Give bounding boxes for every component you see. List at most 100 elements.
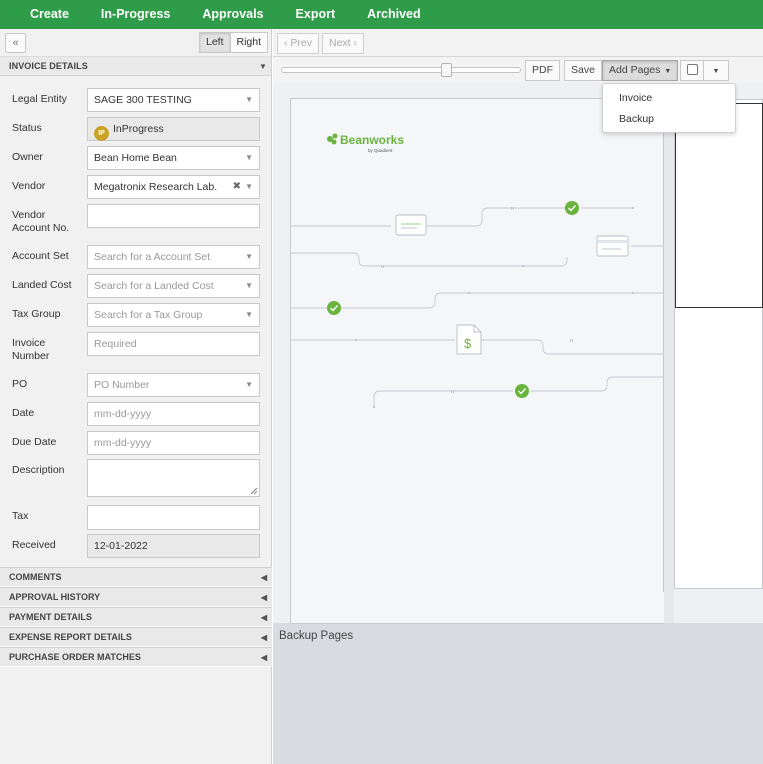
panel-toolbar: « Left Right <box>0 29 271 57</box>
chevron-right-icon: › <box>350 37 358 49</box>
prev-button[interactable]: ‹ Prev <box>277 33 320 54</box>
caret-down-icon: ▼ <box>258 62 267 71</box>
account-set-select[interactable]: Search for a Account Set ▼ <box>87 245 260 269</box>
vendor-select[interactable]: Megatronix Research Lab. ✖ ▼ <box>87 175 260 199</box>
owner-select[interactable]: Bean Home Bean ▼ <box>87 146 260 170</box>
vendor-value: Megatronix Research Lab. <box>94 181 218 193</box>
layout-right-button[interactable]: Right <box>230 32 269 53</box>
select-options-button[interactable]: ▼ <box>703 60 729 81</box>
chevron-down-icon: ▼ <box>245 153 253 162</box>
next-label: Next <box>329 37 351 49</box>
legal-entity-label: Legal Entity <box>12 93 67 105</box>
approval-history-section[interactable]: APPROVAL HISTORY ◀ <box>0 587 272 607</box>
detail-sections: COMMENTS ◀ APPROVAL HISTORY ◀ PAYMENT DETA… <box>0 567 272 667</box>
viewer-toolbar: PDF Save Add Pages ▼ ▼ <box>273 57 763 83</box>
next-button[interactable]: Next › <box>322 33 365 54</box>
chevron-down-icon: ▼ <box>245 252 253 261</box>
zoom-slider[interactable] <box>281 67 521 73</box>
pdf-button[interactable]: PDF <box>525 60 560 81</box>
zoom-slider-thumb[interactable] <box>441 63 452 77</box>
tax-group-select[interactable]: Search for a Tax Group ▼ <box>87 303 260 327</box>
add-pages-label: Add Pages <box>609 64 661 76</box>
clear-icon[interactable]: ✖ <box>233 176 241 198</box>
nav-approvals[interactable]: Approvals <box>186 0 279 29</box>
date-label: Date <box>12 407 35 419</box>
card-doc-icon <box>596 235 629 257</box>
dollar-icon: $ <box>464 336 472 351</box>
select-checkbox[interactable] <box>680 60 704 81</box>
landed-cost-select[interactable]: Search for a Landed Cost ▼ <box>87 274 260 298</box>
caret-left-icon: ◀ <box>260 593 267 602</box>
nav-in-progress[interactable]: In-Progress <box>85 0 186 29</box>
tax-input[interactable] <box>87 505 260 530</box>
description-textarea[interactable] <box>87 459 260 497</box>
payment-details-title: PAYMENT DETAILS <box>9 612 92 622</box>
chevron-down-icon: ▼ <box>245 182 253 191</box>
invoice-doc-icon <box>395 214 427 236</box>
status-label: Status <box>12 122 42 134</box>
tax-label: Tax <box>12 510 29 522</box>
legal-entity-value: SAGE 300 TESTING <box>94 94 192 106</box>
add-pages-button[interactable]: Add Pages ▼ <box>602 60 679 81</box>
save-button[interactable]: Save <box>564 60 602 81</box>
comments-section[interactable]: COMMENTS ◀ <box>0 567 272 587</box>
legal-entity-select[interactable]: SAGE 300 TESTING ▼ <box>87 88 260 112</box>
invoice-details-title: INVOICE DETAILS <box>9 61 88 71</box>
invoice-details-header[interactable]: INVOICE DETAILS ▼ <box>0 57 271 76</box>
collapse-panel-button[interactable]: « <box>5 33 26 53</box>
account-set-label: Account Set <box>12 250 69 262</box>
nav-export[interactable]: Export <box>280 0 352 29</box>
nav-archived[interactable]: Archived <box>351 0 437 29</box>
po-select[interactable]: PO Number ▼ <box>87 373 260 397</box>
checkbox-icon <box>687 64 698 75</box>
document-viewer: ‹ Prev Next › PDF Save Add Pages ▼ ▼ Bean… <box>273 29 763 764</box>
purchase-order-matches-section[interactable]: PURCHASE ORDER MATCHES ◀ <box>0 647 272 667</box>
date-input[interactable]: mm-dd-yyyy <box>87 402 260 426</box>
tax-group-label: Tax Group <box>12 308 61 320</box>
comments-title: COMMENTS <box>9 572 62 582</box>
payment-details-section[interactable]: PAYMENT DETAILS ◀ <box>0 607 272 627</box>
resize-handle-icon[interactable] <box>250 487 258 495</box>
expense-report-title: EXPENSE REPORT DETAILS <box>9 632 132 642</box>
page-bottom <box>291 592 664 623</box>
nav-create[interactable]: Create <box>14 0 85 29</box>
po-placeholder: PO Number <box>94 379 150 391</box>
invoice-number-input[interactable]: Required <box>87 332 260 356</box>
layout-left-button[interactable]: Left <box>199 32 231 53</box>
caret-left-icon: ◀ <box>260 633 267 642</box>
chevron-down-icon: ▼ <box>245 380 253 389</box>
received-field: 12-01-2022 <box>87 534 260 558</box>
dollar-doc-icon: $ <box>456 324 482 355</box>
due-date-input[interactable]: mm-dd-yyyy <box>87 431 260 455</box>
check-circle-icon <box>515 384 529 398</box>
landed-cost-placeholder: Search for a Landed Cost <box>94 280 214 292</box>
caret-left-icon: ◀ <box>260 613 267 622</box>
add-invoice-option[interactable]: Invoice <box>603 92 735 113</box>
approval-history-title: APPROVAL HISTORY <box>9 592 101 602</box>
account-set-placeholder: Search for a Account Set <box>94 251 211 263</box>
chevron-down-icon: ▼ <box>245 310 253 319</box>
placeholder-illustration: Beanworks by Quadient $ <box>291 133 663 409</box>
invoice-panel: « Left Right INVOICE DETAILS ▼ Legal Ent… <box>0 29 272 764</box>
vendor-account-input[interactable] <box>87 204 260 228</box>
add-backup-option[interactable]: Backup <box>603 113 735 134</box>
caret-left-icon: ◀ <box>260 573 267 582</box>
invoice-number-label: Invoice Number <box>12 337 50 362</box>
landed-cost-label: Landed Cost <box>12 279 72 291</box>
description-label: Description <box>12 464 65 476</box>
status-field: IP InProgress <box>87 117 260 141</box>
logo-text: Beanworks <box>340 133 404 147</box>
add-pages-menu: Invoice Backup <box>602 83 736 133</box>
logo-subtext: by Quadient <box>368 148 393 153</box>
caret-down-icon: ▼ <box>664 68 672 75</box>
vendor-label: Vendor <box>12 180 46 192</box>
page-gap <box>664 83 674 623</box>
tax-group-placeholder: Search for a Tax Group <box>94 309 203 321</box>
prev-label: Prev <box>290 37 313 49</box>
po-label: PO <box>12 378 28 390</box>
chevron-down-icon: ▼ <box>245 281 253 290</box>
document-page: Beanworks by Quadient $ <box>290 98 664 624</box>
expense-report-section[interactable]: EXPENSE REPORT DETAILS ◀ <box>0 627 272 647</box>
owner-label: Owner <box>12 151 43 163</box>
chevron-down-icon: ▼ <box>245 95 253 104</box>
